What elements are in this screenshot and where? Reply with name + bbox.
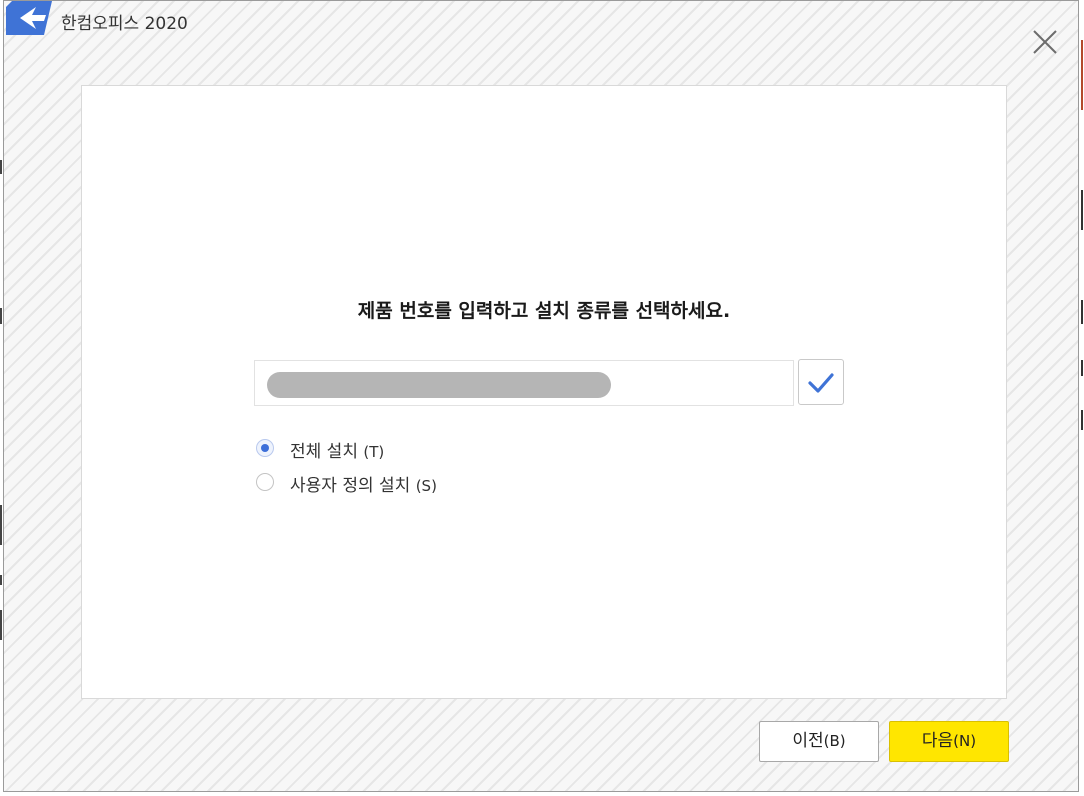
next-button-label: 다음 — [921, 731, 954, 751]
page-heading: 제품 번호를 입력하고 설치 종류를 선택하세요. — [357, 300, 731, 322]
next-button-mnemonic: (N) — [953, 732, 977, 750]
hancom-logo-icon — [6, 1, 52, 35]
radio-full-install-mnemonic: (T) — [363, 443, 385, 461]
product-key-input[interactable] — [254, 360, 794, 406]
radio-custom-install-label: 사용자 정의 설치 (S) — [290, 471, 437, 496]
installer-window: 한컴오피스 2020 제품 번호를 입력하고 설치 종류를 선택하세요. 전체 … — [3, 0, 1079, 792]
close-button[interactable] — [1026, 23, 1062, 59]
prev-button[interactable]: 이전(B) — [759, 721, 879, 762]
radio-button-checked[interactable] — [256, 439, 274, 457]
window-title: 한컴오피스 2020 — [61, 14, 188, 34]
radio-custom-install-mnemonic: (S) — [415, 477, 437, 495]
radio-dot — [261, 444, 269, 452]
product-key-redacted — [267, 372, 611, 398]
verify-key-button[interactable] — [798, 359, 844, 405]
next-button[interactable]: 다음(N) — [889, 721, 1009, 762]
prev-button-mnemonic: (B) — [823, 732, 846, 750]
radio-button-unchecked[interactable] — [256, 473, 274, 491]
radio-custom-install-text: 사용자 정의 설치 — [290, 476, 411, 496]
radio-full-install-label: 전체 설치 (T) — [290, 437, 384, 462]
checkmark-icon — [808, 373, 834, 393]
background-desktop-right — [1079, 0, 1084, 796]
prev-button-label: 이전 — [792, 731, 824, 751]
content-panel: 제품 번호를 입력하고 설치 종류를 선택하세요. 전체 설치 (T) 사용자 … — [81, 85, 1007, 699]
radio-full-install-text: 전체 설치 — [290, 442, 358, 462]
close-icon — [1033, 30, 1057, 54]
